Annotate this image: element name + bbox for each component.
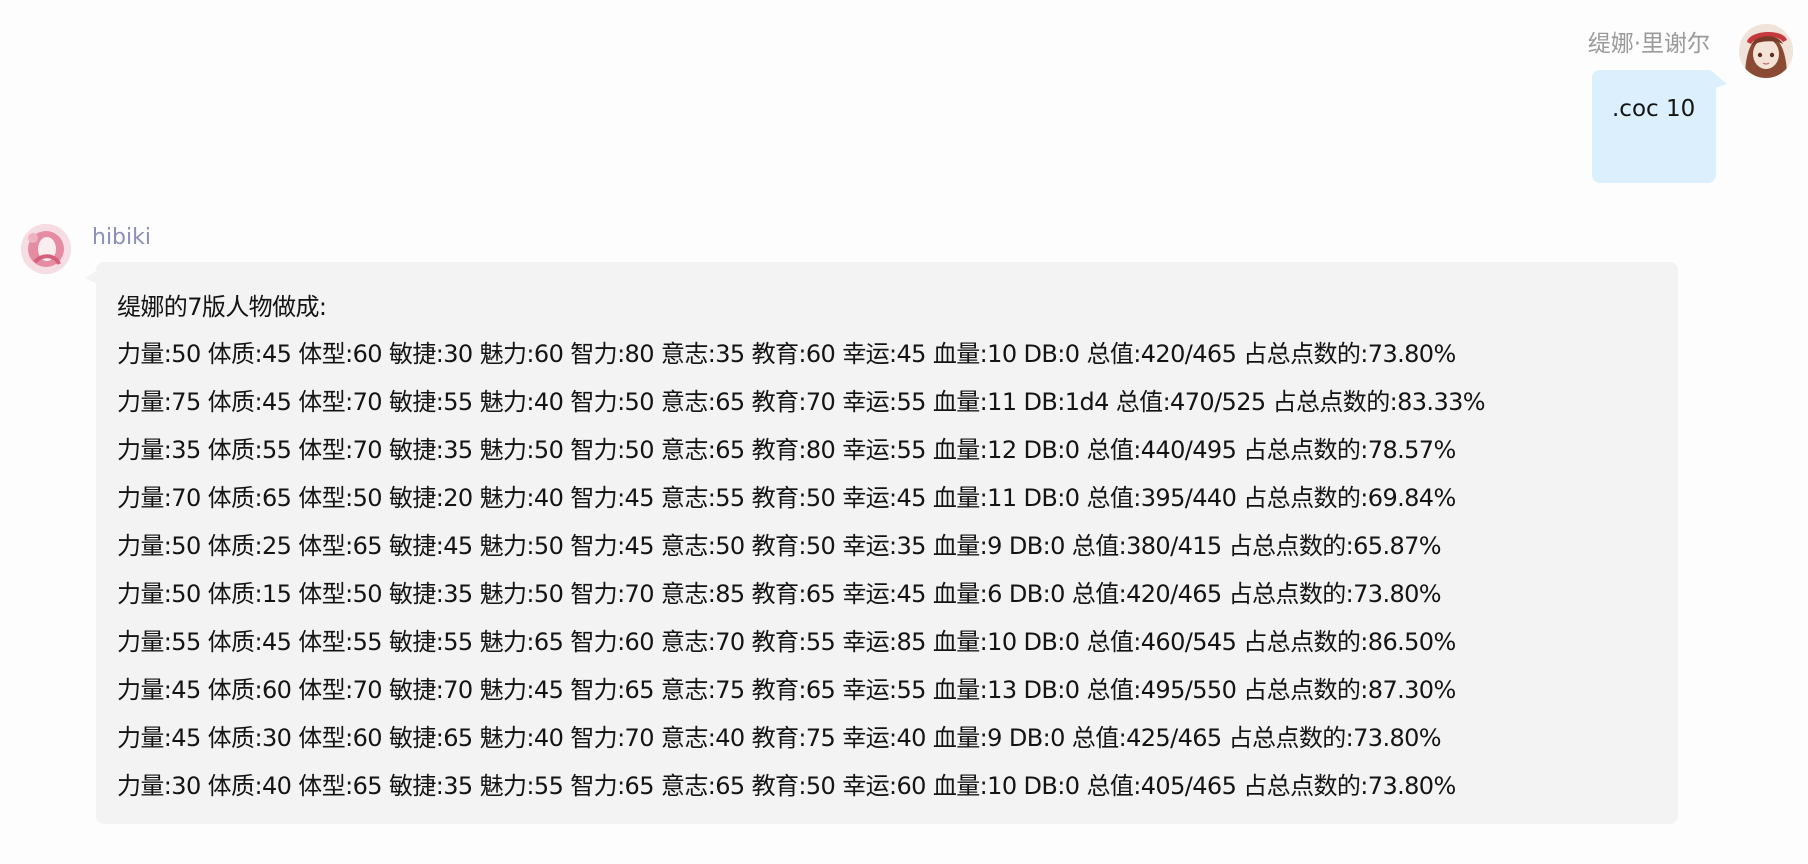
- incoming-message-bubble[interactable]: 缇娜的7版人物做成: 力量:50 体质:45 体型:60 敏捷:30 魅力:60…: [85, 262, 1678, 824]
- character-stats-row: 力量:35 体质:55 体型:70 敏捷:35 魅力:50 智力:50 意志:6…: [117, 436, 1456, 464]
- anime-girl-avatar-icon: [1739, 24, 1793, 78]
- incoming-avatar[interactable]: [21, 224, 71, 274]
- incoming-sender-name: hibiki: [92, 225, 151, 250]
- outgoing-sender-name: 缇娜·里谢尔: [1587, 31, 1710, 57]
- message-header-line: 缇娜的7版人物做成:: [117, 293, 327, 321]
- character-stats-row: 力量:45 体质:60 体型:70 敏捷:70 魅力:45 智力:65 意志:7…: [117, 676, 1456, 704]
- character-stats-row: 力量:50 体质:15 体型:50 敏捷:35 魅力:50 智力:70 意志:8…: [117, 580, 1442, 608]
- outgoing-message-text: .coc 10: [1612, 96, 1696, 122]
- character-stats-row: 力量:75 体质:45 体型:70 敏捷:55 魅力:40 智力:50 意志:6…: [117, 388, 1486, 416]
- outgoing-avatar[interactable]: [1739, 24, 1793, 78]
- character-stats-row: 力量:70 体质:65 体型:50 敏捷:20 魅力:40 智力:45 意志:5…: [117, 484, 1456, 512]
- pink-abstract-avatar-icon: [21, 224, 71, 274]
- character-stats-row: 力量:50 体质:25 体型:65 敏捷:45 魅力:50 智力:45 意志:5…: [117, 532, 1442, 560]
- character-stats-row: 力量:45 体质:30 体型:60 敏捷:65 魅力:40 智力:70 意志:4…: [117, 724, 1442, 752]
- outgoing-message-bubble[interactable]: .coc 10: [1592, 70, 1727, 183]
- character-stats-row: 力量:55 体质:45 体型:55 敏捷:55 魅力:65 智力:60 意志:7…: [117, 628, 1456, 656]
- character-stats-row: 力量:30 体质:40 体型:65 敏捷:35 魅力:55 智力:65 意志:6…: [117, 772, 1456, 800]
- character-stats-row: 力量:50 体质:45 体型:60 敏捷:30 魅力:60 智力:80 意志:3…: [117, 340, 1456, 368]
